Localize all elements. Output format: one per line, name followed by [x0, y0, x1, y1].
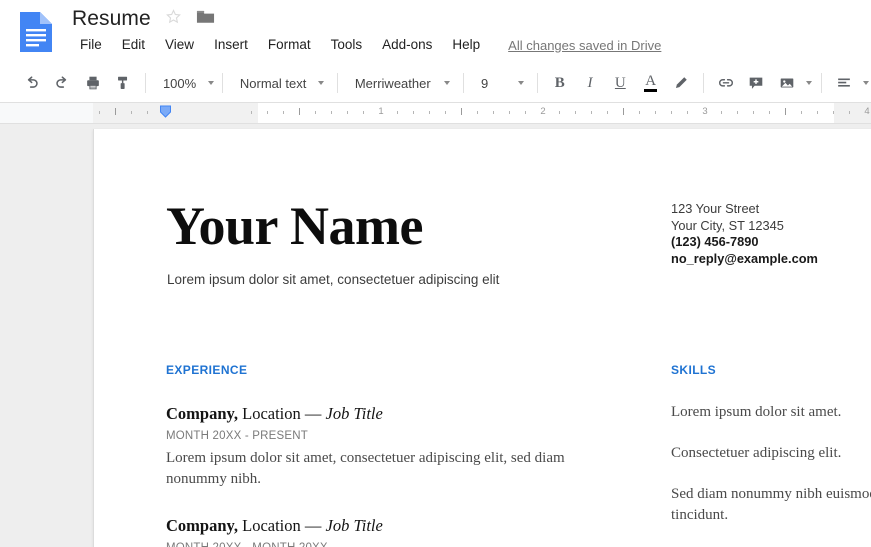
menu-format[interactable]: Format [258, 33, 321, 57]
save-status-link[interactable]: All changes saved in Drive [508, 38, 661, 53]
menu-view[interactable]: View [155, 33, 204, 57]
italic-label: I [587, 74, 593, 91]
document-title-row: Resume [72, 4, 215, 34]
ruler[interactable]: 1 2 3 4 [0, 103, 871, 124]
resume-content: Your Name Lorem ipsum dolor sit amet, co… [94, 129, 871, 547]
menu-addons[interactable]: Add-ons [372, 33, 442, 57]
job-role: Job Title [325, 404, 383, 423]
chevron-down-icon [517, 81, 524, 85]
resume-tagline: Lorem ipsum dolor sit amet, consectetuer… [167, 272, 500, 287]
text-color-button[interactable]: A [637, 69, 663, 97]
undo-icon[interactable] [19, 69, 45, 97]
job-company: Company, [166, 404, 238, 423]
resume-name: Your Name [166, 196, 423, 256]
contact-email: no_reply@example.com [671, 250, 818, 266]
bold-label: B [554, 74, 565, 91]
toolbar-divider [221, 73, 223, 93]
experience-entry: Company, Location — Job Title MONTH 20XX… [166, 515, 598, 547]
skills-column: SKILLS Lorem ipsum dolor sit amet. Conse… [671, 362, 871, 547]
ruler-number: 1 [378, 106, 384, 117]
document-canvas[interactable]: Your Name Lorem ipsum dolor sit amet, co… [0, 124, 871, 547]
print-icon[interactable] [79, 69, 105, 97]
skill-item: Consectetuer adipiscing elit. [671, 445, 842, 461]
menu-insert[interactable]: Insert [204, 33, 258, 57]
skill-item: Sed diam nonummy nibh euismod tincidunt. [671, 486, 871, 523]
job-dash: — [304, 516, 322, 535]
page-title[interactable]: Resume [72, 5, 151, 33]
chevron-down-icon[interactable] [863, 81, 870, 85]
menu-file[interactable]: File [70, 33, 112, 57]
experience-heading: EXPERIENCE [166, 363, 248, 377]
contact-phone: (123) 456-7890 [671, 234, 759, 249]
insert-link-icon[interactable] [713, 69, 739, 97]
paragraph-style-select[interactable]: Normal text [230, 69, 330, 97]
chevron-down-icon[interactable] [805, 81, 812, 85]
add-comment-icon[interactable] [743, 69, 769, 97]
ruler-number: 2 [540, 106, 546, 117]
contact-street: 123 Your Street [671, 201, 760, 216]
star-icon[interactable] [165, 8, 182, 30]
menu-bar: File Edit View Insert Format Tools Add-o… [70, 33, 661, 57]
paint-format-icon[interactable] [110, 69, 136, 97]
google-docs-icon[interactable] [16, 10, 56, 54]
underline-button[interactable]: U [607, 69, 633, 97]
app-header: Resume File Edit View Insert Format Tool… [0, 0, 871, 64]
job-location: Location [242, 404, 301, 423]
left-indent-marker[interactable] [159, 105, 172, 118]
experience-column: EXPERIENCE Company, Location — Job Title… [166, 362, 598, 547]
paragraph-style-value: Normal text [239, 75, 307, 91]
skills-heading: SKILLS [671, 363, 717, 377]
move-to-folder-icon[interactable] [196, 9, 215, 30]
job-role: Job Title [325, 516, 383, 535]
bold-button[interactable]: B [547, 69, 573, 97]
redo-icon[interactable] [49, 69, 75, 97]
underline-label: U [614, 74, 626, 91]
ruler-page-area [258, 103, 834, 123]
insert-image-icon[interactable] [774, 69, 800, 97]
menu-tools[interactable]: Tools [321, 33, 373, 57]
job-dash: — [304, 404, 322, 423]
font-family-value: Merriweather [354, 75, 431, 91]
chevron-down-icon [444, 81, 451, 85]
job-title-line: Company, Location — Job Title [166, 515, 598, 537]
toolbar-divider [703, 73, 704, 93]
toolbar-divider [145, 73, 146, 93]
zoom-value: 100% [162, 75, 197, 91]
font-size-select[interactable]: 9 [471, 69, 530, 97]
job-title-line: Company, Location — Job Title [166, 403, 598, 425]
job-description: Lorem ipsum dolor sit amet, consectetuer… [166, 450, 565, 487]
chevron-down-icon [208, 81, 215, 85]
ruler-number: 3 [702, 106, 708, 117]
menu-edit[interactable]: Edit [112, 33, 155, 57]
job-company: Company, [166, 516, 238, 535]
zoom-select[interactable]: 100% [153, 69, 215, 97]
highlight-pen-icon[interactable] [668, 69, 694, 97]
ruler-number: 4 [864, 106, 870, 117]
toolbar-divider [463, 73, 464, 93]
italic-button[interactable]: I [577, 69, 603, 97]
job-dates: MONTH 20XX - MONTH 20XX [166, 540, 598, 547]
font-size-value: 9 [481, 75, 489, 91]
font-family-select[interactable]: Merriweather [345, 69, 456, 97]
skill-item: Lorem ipsum dolor sit amet. [671, 404, 842, 420]
text-color-swatch [644, 88, 658, 92]
document-page[interactable]: Your Name Lorem ipsum dolor sit amet, co… [93, 129, 871, 547]
experience-entry: Company, Location — Job Title MONTH 20XX… [166, 403, 598, 490]
chevron-down-icon [318, 81, 325, 85]
toolbar-divider [820, 73, 822, 93]
align-left-icon[interactable] [831, 69, 857, 97]
google-docs-window: Resume File Edit View Insert Format Tool… [0, 0, 871, 547]
contact-city: Your City, ST 12345 [671, 217, 784, 233]
ruler-track: 1 2 3 4 [93, 103, 871, 123]
toolbar-divider [536, 73, 538, 93]
formatting-toolbar: 100% Normal text Merriweather 9 B I U A [0, 64, 871, 103]
contact-block: 123 Your Street Your City, ST 12345 (123… [671, 201, 871, 267]
job-location: Location [242, 516, 301, 535]
toolbar-divider [336, 73, 338, 93]
job-dates: MONTH 20XX - PRESENT [166, 430, 309, 442]
text-color-label: A [645, 72, 657, 89]
menu-help[interactable]: Help [442, 33, 490, 57]
